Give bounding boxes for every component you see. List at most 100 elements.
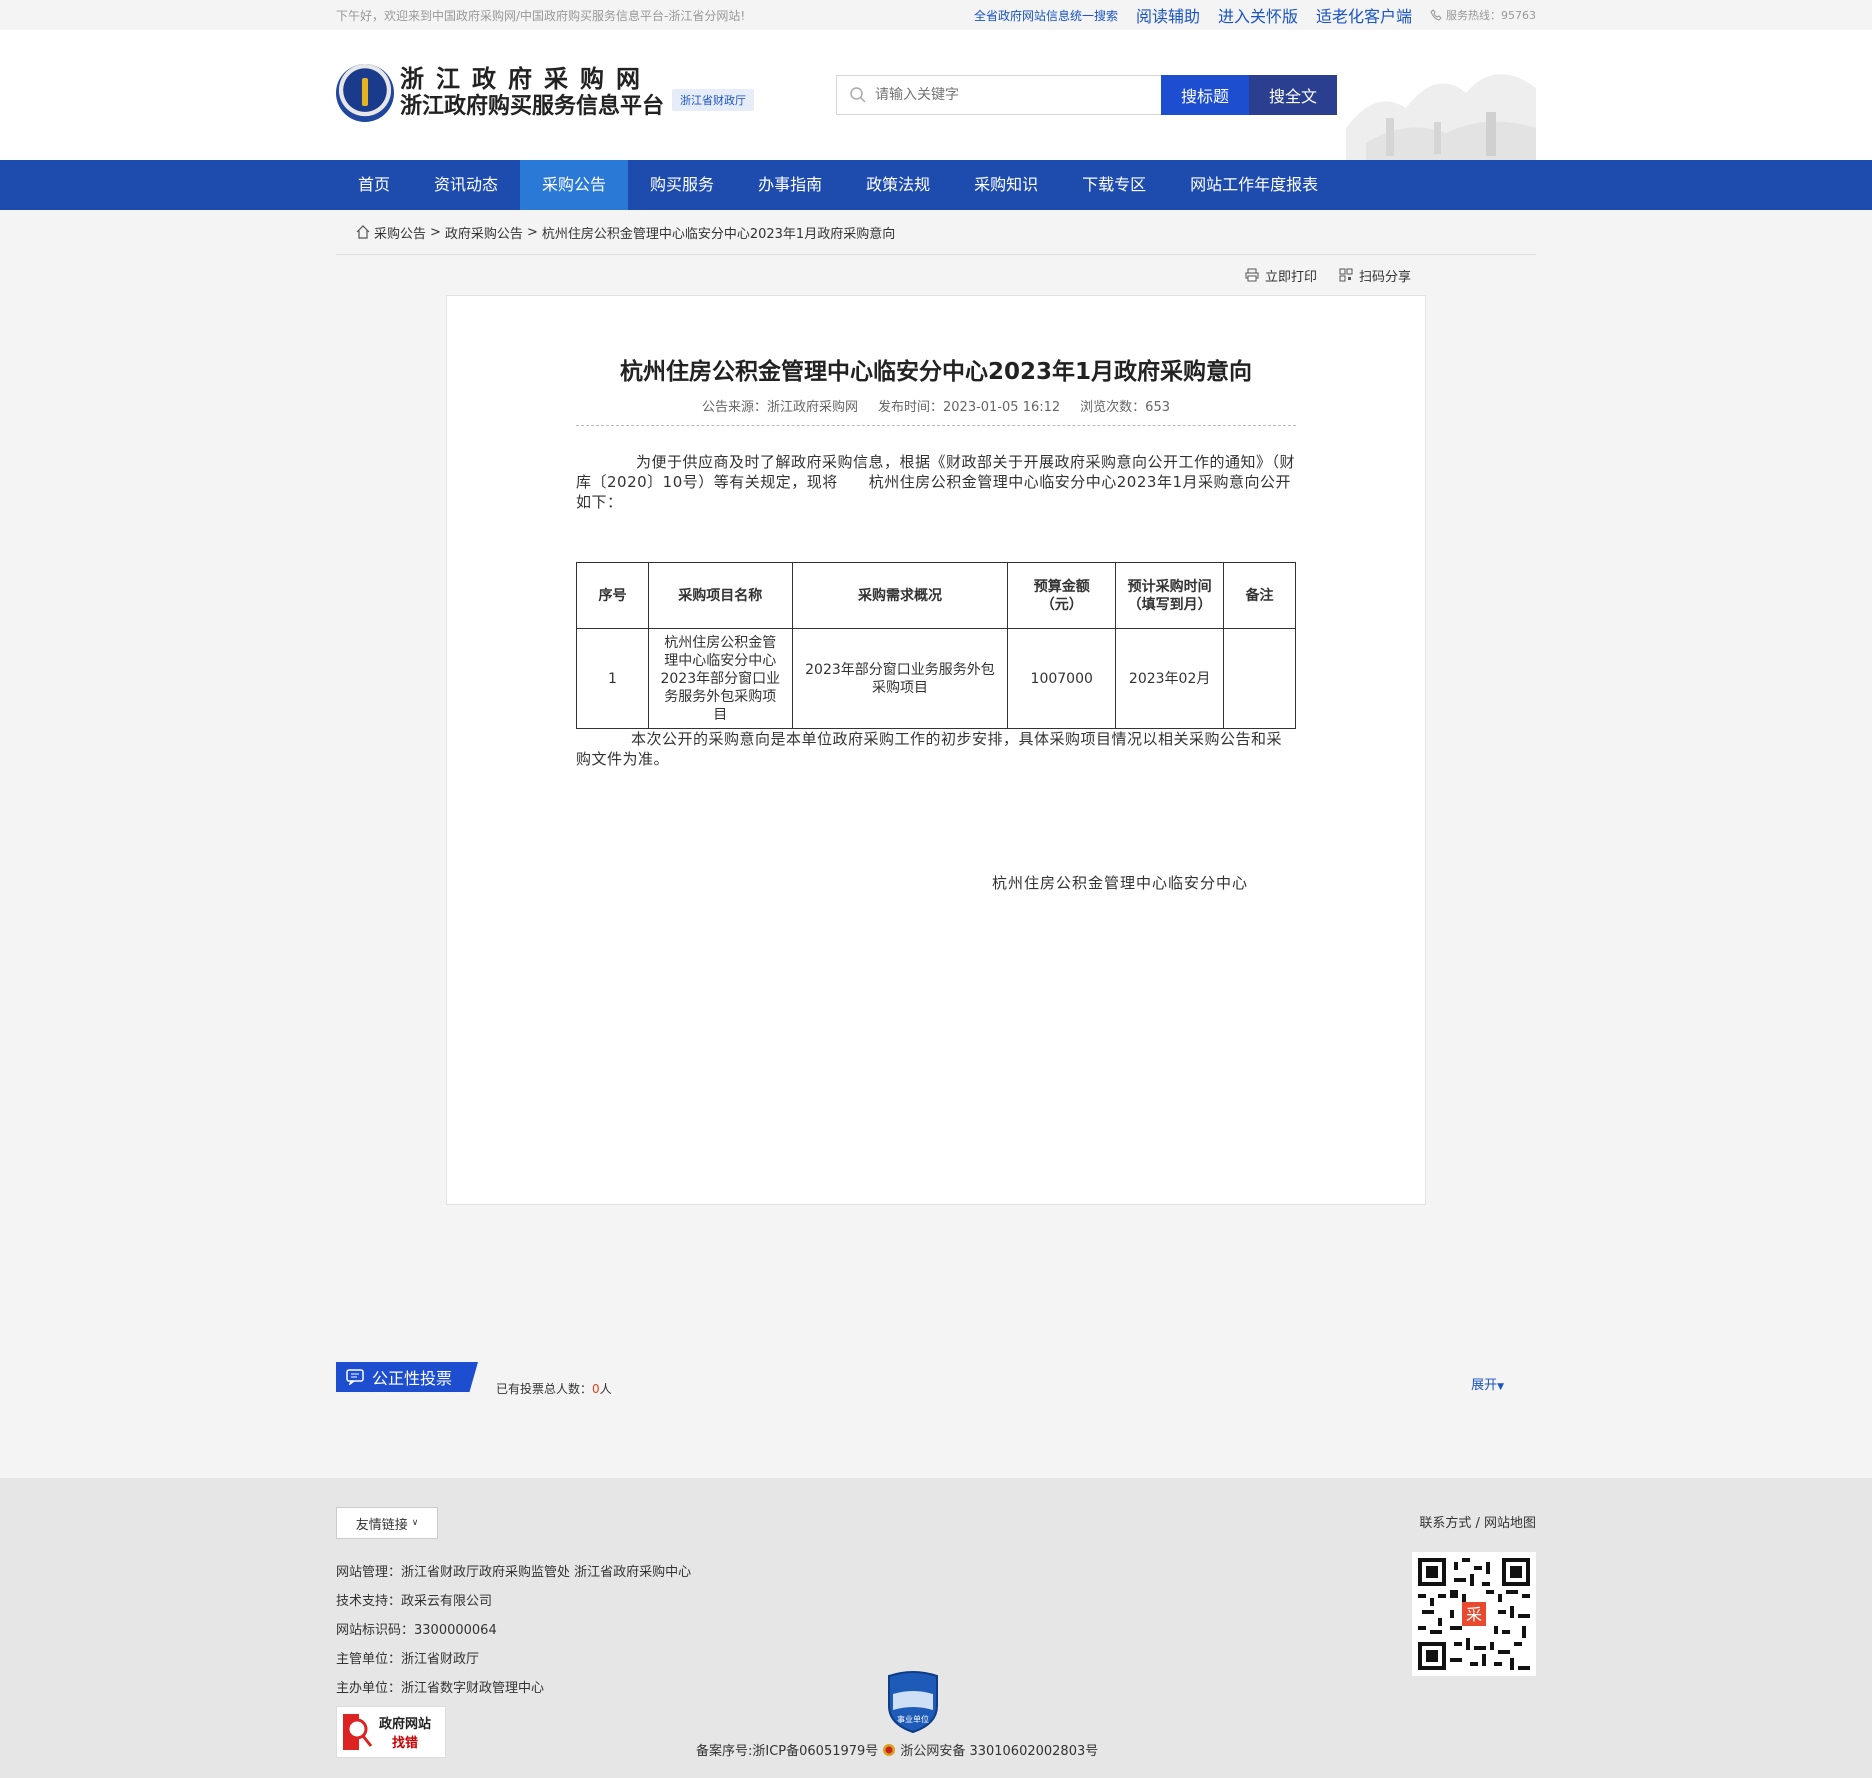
vote-count: 已有投票总人数：0人 bbox=[496, 1380, 612, 1397]
article-tools: 立即打印 扫码分享 bbox=[336, 255, 1536, 295]
friend-links-dropdown[interactable]: 友情链接 ∨ bbox=[336, 1507, 438, 1539]
logo-title: 浙江政府采购网 bbox=[400, 65, 652, 93]
logo-subtitle: 浙江政府购买服务信息平台 bbox=[400, 94, 665, 119]
column-header: 采购项目名称 bbox=[647, 562, 793, 629]
footer-info-line: 技术支持：政采云有限公司 bbox=[336, 1594, 493, 1609]
footer-contact-links: 联系方式 / 网站地图 bbox=[1419, 1512, 1536, 1531]
nav-item[interactable]: 采购公告 bbox=[520, 160, 629, 210]
fairness-vote: 公正性投票 已有投票总人数：0人 展开▼ bbox=[336, 1362, 1536, 1402]
icp-record: 备案序号:浙ICP备06051979号 浙公网安备 33010602002803… bbox=[696, 1740, 1098, 1759]
shield-icon: 事业单位 bbox=[888, 1671, 938, 1734]
top-bar: 下午好，欢迎来到中国政府采购网/中国政府购买服务信息平台-浙江省分网站! 全省政… bbox=[0, 0, 1872, 30]
sitemap-link[interactable]: 网站地图 bbox=[1484, 1516, 1536, 1531]
footer-info-line: 主管单位：浙江省财政厅 bbox=[336, 1652, 480, 1667]
column-header: 采购需求概况 bbox=[791, 562, 1009, 629]
qrcode-icon bbox=[1339, 268, 1353, 282]
share-button[interactable]: 扫码分享 bbox=[1339, 266, 1411, 285]
breadcrumb-separator: > bbox=[526, 224, 538, 240]
column-header: 预计采购时间（填写到月） bbox=[1115, 562, 1225, 629]
nav-item[interactable]: 首页 bbox=[336, 160, 412, 210]
table-cell-requirements: 2023年部分窗口业务服务外包采购项目 bbox=[791, 628, 1009, 729]
breadcrumb: 采购公告 > 政府采购公告 > 杭州住房公积金管理中心临安分中心2023年1月政… bbox=[336, 210, 1536, 255]
column-header: 预算金额（元） bbox=[1007, 562, 1117, 629]
table-cell-project-name: 杭州住房公积金管理中心临安分中心2023年部分窗口业务服务外包采购项目 bbox=[647, 628, 793, 729]
care-version-link[interactable]: 进入关怀版 bbox=[1218, 3, 1298, 27]
vote-label: 公正性投票 bbox=[372, 1369, 453, 1388]
nav-item[interactable]: 网站工作年度报表 bbox=[1168, 160, 1340, 210]
article-body: 为便于供应商及时了解政府采购信息，根据《财政部关于开展政府采购意向公开工作的通知… bbox=[576, 452, 1296, 512]
footer-info-line: 网站标识码：3300000064 bbox=[336, 1623, 497, 1638]
share-label: 扫码分享 bbox=[1358, 269, 1411, 285]
phone-icon bbox=[1430, 9, 1442, 21]
table-header-row: 序号 采购项目名称 采购需求概况 预算金额（元） 预计采购时间（填写到月） 备注 bbox=[576, 562, 1296, 629]
table-cell-purchase-time: 2023年02月 bbox=[1115, 628, 1225, 729]
caret-down-icon: ▼ bbox=[1497, 1382, 1504, 1392]
article-publish-time: 发布时间：2023-01-05 16:12 bbox=[878, 400, 1061, 415]
signature: 杭州住房公积金管理中心临安分中心 bbox=[992, 874, 1249, 892]
home-icon[interactable] bbox=[356, 225, 370, 239]
table-cell-budget: 1007000 bbox=[1007, 628, 1117, 729]
friend-links-label: 友情链接 bbox=[355, 1517, 408, 1533]
table-cell-remarks bbox=[1223, 628, 1296, 729]
breadcrumb-item-notices[interactable]: 采购公告 bbox=[374, 223, 426, 242]
vote-tag: 公正性投票 bbox=[336, 1362, 478, 1392]
breadcrumb-item-gov-notices[interactable]: 政府采购公告 bbox=[445, 223, 523, 242]
printer-icon bbox=[1245, 268, 1259, 282]
find-error-badge[interactable]: 政府网站 找错 bbox=[336, 1706, 446, 1758]
landscape-decoration bbox=[1346, 74, 1536, 160]
search-title-button[interactable]: 搜标题 bbox=[1161, 75, 1249, 115]
print-button[interactable]: 立即打印 bbox=[1245, 266, 1317, 285]
chevron-down-icon: ∨ bbox=[411, 1518, 419, 1528]
nav-item[interactable]: 购买服务 bbox=[628, 160, 736, 210]
breadcrumb-separator: > bbox=[430, 224, 441, 240]
footer-info: 网站管理：浙江省财政厅政府采购监管处 浙江省政府采购中心 技术支持：政采云有限公… bbox=[336, 1558, 691, 1703]
welcome-text: 下午好，欢迎来到中国政府采购网/中国政府购买服务信息平台-浙江省分网站! bbox=[336, 8, 746, 23]
icp-link[interactable]: 备案序号:浙ICP备06051979号 bbox=[696, 1740, 878, 1759]
site-logo[interactable]: 浙江政府采购网 浙江政府购买服务信息平台 浙江省财政厅 bbox=[336, 64, 755, 122]
column-header: 备注 bbox=[1223, 562, 1296, 629]
search-input[interactable] bbox=[875, 87, 1135, 103]
nav-item[interactable]: 采购知识 bbox=[952, 160, 1060, 210]
nav-item[interactable]: 下载专区 bbox=[1060, 160, 1168, 210]
qr-code: 采 bbox=[1412, 1552, 1536, 1676]
vote-count-suffix: 人 bbox=[599, 1382, 612, 1396]
footer-info-line: 主办单位：浙江省数字财政管理中心 bbox=[336, 1681, 545, 1696]
finance-dept-badge: 浙江省财政厅 bbox=[672, 89, 755, 111]
search-icon bbox=[850, 87, 866, 103]
elderly-client-link[interactable]: 适老化客户端 bbox=[1316, 3, 1412, 27]
procurement-intent-table: 序号 采购项目名称 采购需求概况 预算金额（元） 预计采购时间（填写到月） 备注… bbox=[576, 562, 1296, 729]
comment-icon bbox=[346, 1369, 364, 1385]
title-divider bbox=[576, 425, 1296, 426]
vote-count-number: 0 bbox=[592, 1382, 600, 1396]
site-footer: 友情链接 ∨ 网站管理：浙江省财政厅政府采购监管处 浙江省政府采购中心 技术支持… bbox=[0, 1478, 1872, 1778]
expand-label: 展开 bbox=[1471, 1378, 1498, 1393]
table-cell-index: 1 bbox=[576, 628, 649, 729]
contact-link[interactable]: 联系方式 bbox=[1419, 1516, 1471, 1531]
nav-item[interactable]: 资讯动态 bbox=[412, 160, 520, 210]
unified-search-link[interactable]: 全省政府网站信息统一搜索 bbox=[974, 7, 1118, 24]
nav-item[interactable]: 办事指南 bbox=[736, 160, 844, 210]
search-fulltext-button[interactable]: 搜全文 bbox=[1249, 75, 1337, 115]
gov-badge-label: 事业单位 bbox=[897, 1714, 929, 1724]
vote-expand-toggle[interactable]: 展开▼ bbox=[1471, 1374, 1504, 1393]
qr-code-icon: 采 bbox=[1418, 1558, 1530, 1670]
emblem-icon bbox=[336, 64, 394, 122]
link-separator: / bbox=[1475, 1516, 1484, 1531]
table-row: 1 杭州住房公积金管理中心临安分中心2023年部分窗口业务服务外包采购项目 20… bbox=[576, 628, 1296, 729]
read-aid-link[interactable]: 阅读辅助 bbox=[1136, 3, 1200, 27]
gov-institution-badge[interactable]: 事业单位 bbox=[885, 1670, 941, 1734]
hotline: 服务热线：95763 bbox=[1430, 7, 1536, 23]
breadcrumb-current: 杭州住房公积金管理中心临安分中心2023年1月政府采购意向 bbox=[541, 226, 896, 242]
nav-item[interactable]: 政策法规 bbox=[844, 160, 952, 210]
hotline-text: 服务热线：95763 bbox=[1446, 9, 1536, 22]
police-emblem-icon bbox=[883, 1743, 896, 1756]
print-label: 立即打印 bbox=[1264, 269, 1317, 285]
police-record-link[interactable]: 浙公网安备 33010602002803号 bbox=[900, 1740, 1098, 1759]
main-nav: 首页 资讯动态 采购公告 购买服务 办事指南 政策法规 采购知识 下载专区 网站工作年度报表 bbox=[0, 160, 1872, 210]
site-header: 浙江政府采购网 浙江政府购买服务信息平台 浙江省财政厅 搜标题 搜全文 bbox=[0, 30, 1872, 160]
article-card: 杭州住房公积金管理中心临安分中心2023年1月政府采购意向 公告来源：浙江政府采… bbox=[446, 295, 1426, 1205]
article-title: 杭州住房公积金管理中心临安分中心2023年1月政府采购意向 bbox=[619, 359, 1253, 385]
closing-paragraph: 本次公开的采购意向是本单位政府采购工作的初步安排，具体采购项目情况以相关采购公告… bbox=[576, 730, 1283, 768]
intro-paragraph: 为便于供应商及时了解政府采购信息，根据《财政部关于开展政府采购意向公开工作的通知… bbox=[576, 453, 1296, 511]
vote-count-prefix: 已有投票总人数： bbox=[496, 1382, 593, 1396]
